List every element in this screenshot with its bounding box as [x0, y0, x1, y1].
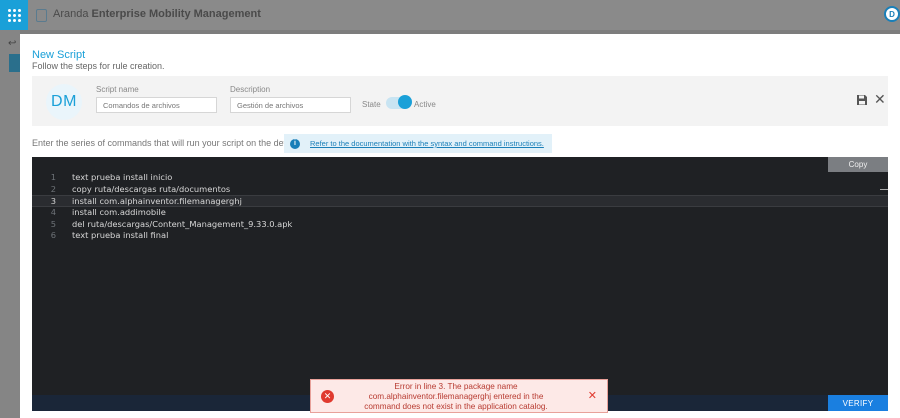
- line-number: 4: [50, 207, 56, 218]
- line-text[interactable]: install com.addimobile: [72, 207, 166, 217]
- error-toast: ✕ Error in line 3. The package name com.…: [310, 379, 608, 413]
- code-line[interactable]: 3 install com.alphainventor.filemanagergh…: [32, 195, 888, 208]
- description-label: Description: [230, 85, 271, 94]
- app-brand: Aranda: [53, 8, 89, 20]
- copy-button[interactable]: Copy: [828, 157, 888, 172]
- background-nav-item: [9, 54, 20, 72]
- code-line[interactable]: 6 text prueba install final: [32, 230, 888, 242]
- code-lines[interactable]: 1 text prueba install inicio 2 copy ruta/de…: [32, 172, 888, 242]
- app-product: Enterprise Mobility Management: [91, 8, 261, 20]
- code-line[interactable]: 1 text prueba install inicio: [32, 172, 888, 184]
- modal-title: New Script: [32, 49, 86, 61]
- modal-subtitle: Follow the steps for rule creation.: [32, 61, 165, 71]
- line-text[interactable]: install com.alphainventor.filemanagerghj: [72, 196, 242, 206]
- script-name-input[interactable]: [96, 97, 217, 113]
- line-number: 2: [50, 183, 56, 194]
- verify-button[interactable]: VERIFY: [828, 395, 888, 411]
- script-avatar: DM: [46, 84, 82, 120]
- back-arrow-icon: ↩: [8, 38, 17, 49]
- line-text[interactable]: text prueba install inicio: [72, 172, 172, 182]
- app-header: Aranda Enterprise Mobility Management D: [0, 0, 900, 30]
- documentation-link[interactable]: Refer to the documentation with the synt…: [310, 139, 544, 148]
- error-icon: ✕: [321, 390, 334, 403]
- line-number: 1: [50, 172, 56, 182]
- grid-icon: [7, 8, 21, 22]
- line-text[interactable]: del ruta/descargas/Content_Management_9.…: [72, 219, 292, 229]
- app-launcher-button[interactable]: [0, 0, 28, 30]
- script-form: DM Script name Description State Active …: [32, 76, 888, 126]
- error-line-1: Error in line 3. The package name: [394, 382, 518, 391]
- code-line[interactable]: 4 install com.addimobile: [32, 207, 888, 219]
- script-editor[interactable]: Copy 1 text prueba install inicio 2 copy ru…: [32, 157, 888, 411]
- state-value: Active: [414, 100, 436, 109]
- background-sidebar: ↩: [0, 30, 20, 418]
- error-line-3: command does not exist in the applicatio…: [364, 401, 548, 411]
- user-avatar[interactable]: D: [884, 6, 900, 22]
- line-number: 3: [50, 196, 56, 207]
- state-toggle[interactable]: [386, 95, 412, 109]
- save-icon[interactable]: [856, 94, 868, 106]
- error-close-icon[interactable]: ✕: [588, 389, 597, 402]
- app-logo-icon: [36, 9, 47, 22]
- documentation-banner: i Refer to the documentation with the sy…: [284, 134, 552, 153]
- state-label: State: [362, 100, 381, 109]
- line-text[interactable]: copy ruta/descargas ruta/documentos: [72, 184, 230, 194]
- code-line[interactable]: 2 copy ruta/descargas ruta/documentos: [32, 184, 888, 196]
- line-text[interactable]: text prueba install final: [72, 230, 168, 240]
- description-input[interactable]: [230, 97, 351, 113]
- commands-instructions: Enter the series of commands that will r…: [32, 138, 300, 148]
- app-title: Aranda Enterprise Mobility Management: [53, 8, 261, 20]
- editor-scrollbar[interactable]: [880, 189, 888, 190]
- error-message: Error in line 3. The package name com.al…: [341, 382, 571, 411]
- close-icon[interactable]: ✕: [874, 92, 886, 106]
- new-script-modal: New Script Follow the steps for rule cre…: [20, 34, 900, 418]
- line-number: 5: [50, 218, 56, 229]
- info-icon: i: [290, 138, 300, 149]
- error-line-2: com.alphainventor.filemanagerghj entered…: [368, 391, 544, 401]
- script-name-label: Script name: [96, 85, 139, 94]
- code-line[interactable]: 5 del ruta/descargas/Content_Management_9…: [32, 219, 888, 231]
- toggle-knob: [398, 95, 412, 109]
- line-number: 6: [50, 230, 56, 241]
